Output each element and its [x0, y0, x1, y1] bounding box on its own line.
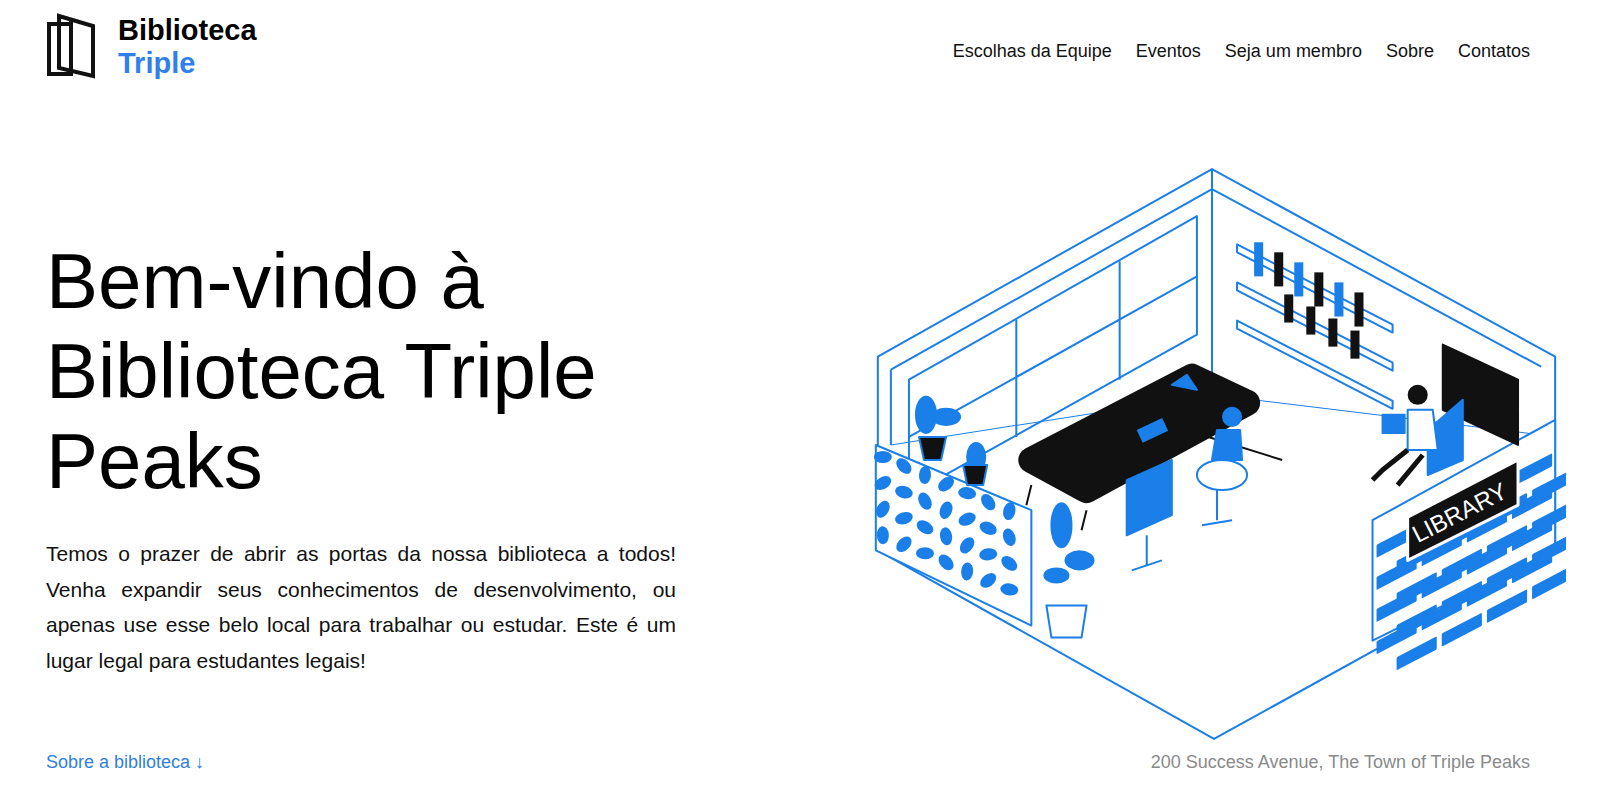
- library-illustration: ?? LIBRARY: [872, 166, 1566, 748]
- logo-line1: Biblioteca: [118, 14, 257, 47]
- about-link[interactable]: Sobre a biblioteca ↓: [46, 750, 204, 774]
- nav-link[interactable]: Eventos: [1136, 39, 1201, 63]
- thought-marks: ??: [1232, 390, 1248, 406]
- header: BibliotecaTriple Escolhas da Equipe Evento…: [46, 0, 1554, 100]
- nav-link[interactable]: Sobre: [1386, 39, 1434, 63]
- library-sign: LIBRARY: [1408, 477, 1512, 548]
- logo[interactable]: BibliotecaTriple: [46, 12, 257, 80]
- nav-link[interactable]: Escolhas da Equipe: [953, 39, 1112, 63]
- logo-icon: [46, 12, 96, 80]
- nav-link[interactable]: Seja um membro: [1225, 39, 1362, 63]
- page: BibliotecaTriple Escolhas da Equipe Evento…: [0, 0, 1600, 792]
- nav-link[interactable]: Contatos: [1458, 39, 1530, 63]
- hero: Bem-vindo à Biblioteca Triple Peaks Temos…: [46, 100, 1554, 750]
- hero-paragraph: Temos o prazer de abrir as portas da nos…: [46, 536, 676, 678]
- hero-text: Bem-vindo à Biblioteca Triple Peaks Temos…: [46, 100, 676, 750]
- nav: Escolhas da Equipe Eventos Seja um membro S…: [953, 12, 1530, 63]
- logo-line2: Triple: [118, 47, 257, 80]
- hero-footer: Sobre a biblioteca ↓ 200 Success Avenue, …: [46, 750, 1554, 792]
- hero-title: Bem-vindo à Biblioteca Triple Peaks: [46, 236, 676, 506]
- address: 200 Success Avenue, The Town of Triple P…: [1151, 750, 1530, 774]
